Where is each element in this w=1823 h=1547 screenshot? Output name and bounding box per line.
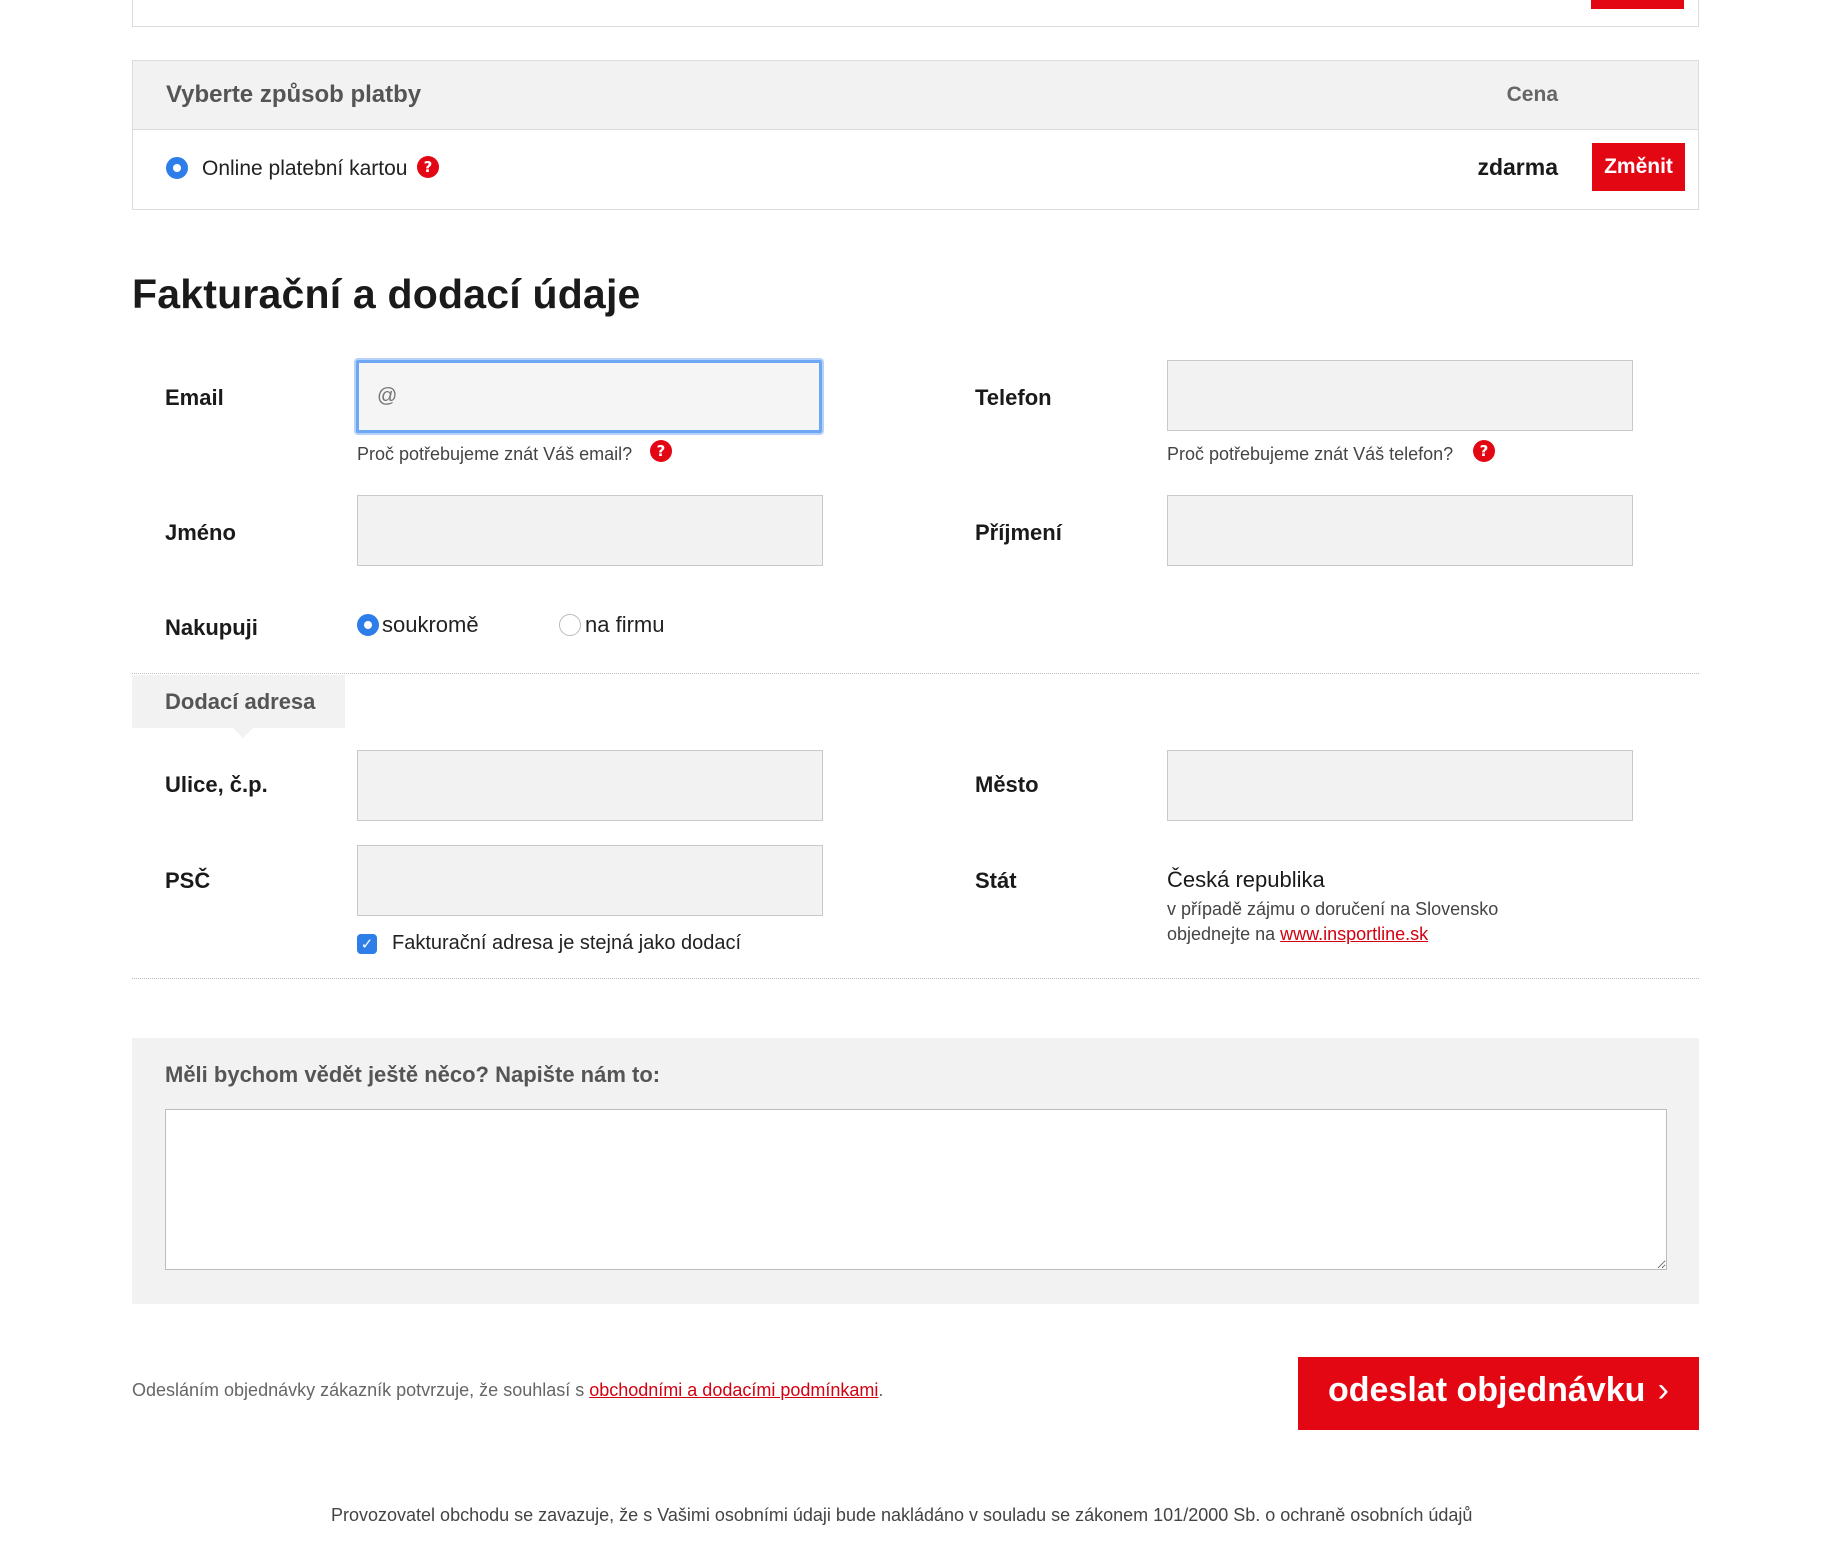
phone-input[interactable] (1168, 361, 1632, 430)
street-label: Ulice, č.p. (165, 772, 268, 797)
first-name-input[interactable] (358, 496, 822, 565)
payment-option-row[interactable]: Online platební kartou ? zdarma Změnit (133, 130, 1698, 210)
notes-textarea[interactable] (165, 1109, 1667, 1270)
country-note-line1: v případě zájmu o doručení na Slovensko (1167, 899, 1499, 919)
email-input[interactable] (359, 363, 819, 430)
email-hint-text: Proč potřebujeme znát Váš email? (357, 444, 633, 464)
section-divider-bottom (132, 978, 1699, 979)
delivery-address-tab-label: Dodací adresa (165, 689, 316, 714)
first-name-label: Jméno (165, 520, 236, 545)
submit-order-button[interactable]: odeslat objednávku › (1298, 1357, 1699, 1430)
email-help-icon[interactable]: ? (650, 440, 672, 462)
payment-option-label[interactable]: Online platební kartou (202, 157, 407, 181)
tab-pointer (233, 728, 253, 738)
privacy-note: Provozovatel obchodu se zavazuje, že s V… (331, 1505, 1473, 1525)
payment-option-price: zdarma (1477, 154, 1558, 180)
terms-link[interactable]: obchodními a dodacími podmínkami (589, 1380, 878, 1400)
city-label: Město (975, 772, 1039, 797)
payment-method-header: Vyberte způsob platby Cena (133, 61, 1698, 130)
section-divider (132, 673, 1699, 674)
email-label: Email (165, 385, 224, 410)
phone-help-icon[interactable]: ? (1473, 440, 1495, 462)
country-note-line2: objednejte na www.insportline.sk (1167, 922, 1498, 947)
payment-option-radio[interactable] (166, 157, 188, 179)
buying-private-radio[interactable] (357, 614, 379, 636)
buying-company-label[interactable]: na firmu (585, 612, 664, 638)
consent-suffix: . (878, 1380, 884, 1400)
city-field[interactable] (1167, 750, 1633, 821)
terms-consent-text: Odesláním objednávky zákazník potvrzuje,… (132, 1380, 883, 1401)
zip-input[interactable] (358, 846, 822, 915)
zip-field[interactable] (357, 845, 823, 916)
page-section-title: Fakturační a dodací údaje (132, 271, 641, 317)
previous-change-button[interactable] (1591, 0, 1684, 9)
zip-label: PSČ (165, 868, 211, 893)
payment-help-icon[interactable]: ? (417, 156, 439, 178)
country-note: v případě zájmu o doručení na Slovensko … (1167, 897, 1498, 947)
payment-method-box: Vyberte způsob platby Cena Online plateb… (132, 60, 1699, 210)
change-payment-button[interactable]: Změnit (1592, 143, 1685, 191)
country-note-prefix: objednejte na (1167, 924, 1281, 944)
payment-method-title: Vyberte způsob platby (166, 81, 422, 108)
consent-prefix: Odesláním objednávky zákazník potvrzuje,… (132, 1380, 590, 1400)
buying-company-radio[interactable] (559, 614, 581, 636)
phone-field[interactable] (1167, 360, 1633, 431)
delivery-address-tab: Dodací adresa (132, 675, 345, 738)
country-label: Stát (975, 868, 1017, 893)
street-field[interactable] (357, 750, 823, 821)
buying-private-label[interactable]: soukromě (382, 612, 479, 638)
street-input[interactable] (358, 751, 822, 820)
price-column-header: Cena (1506, 83, 1558, 106)
same-address-label[interactable]: Fakturační adresa je stejná jako dodací (392, 932, 741, 955)
chevron-right-icon: › (1657, 1371, 1669, 1409)
last-name-label: Příjmení (975, 520, 1062, 545)
phone-label: Telefon (975, 385, 1052, 410)
previous-section-box (132, 0, 1699, 27)
last-name-field[interactable] (1167, 495, 1633, 566)
email-field[interactable] (356, 360, 822, 433)
slovak-shop-link[interactable]: www.insportline.sk (1280, 924, 1428, 944)
first-name-field[interactable] (357, 495, 823, 566)
last-name-input[interactable] (1168, 496, 1632, 565)
phone-hint-text: Proč potřebujeme znát Váš telefon? (1167, 444, 1454, 464)
notes-label: Měli bychom vědět ještě něco? Napište ná… (165, 1062, 661, 1087)
notes-box: Měli bychom vědět ještě něco? Napište ná… (132, 1038, 1699, 1304)
city-input[interactable] (1168, 751, 1632, 820)
submit-order-label: odeslat objednávku (1328, 1371, 1646, 1409)
buying-as-label: Nakupuji (165, 615, 258, 640)
country-value: Česká republika (1167, 867, 1325, 892)
same-address-checkbox[interactable]: ✓ (357, 934, 377, 954)
